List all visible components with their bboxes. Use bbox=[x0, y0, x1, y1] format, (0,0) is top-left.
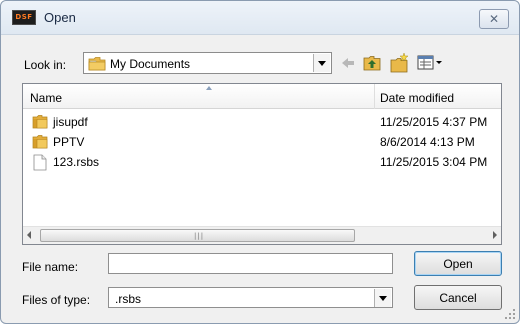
list-item[interactable]: jisupdf 11/25/2015 4:37 PM bbox=[23, 113, 501, 131]
scrollbar-thumb[interactable]: ||| bbox=[40, 229, 355, 242]
app-logo-icon: DSF bbox=[12, 10, 36, 25]
dialog-title: Open bbox=[44, 10, 76, 25]
scroll-right-icon[interactable] bbox=[493, 231, 497, 239]
list-item[interactable]: PPTV 8/6/2014 4:13 PM bbox=[23, 133, 501, 151]
column-date-modified[interactable]: Date modified bbox=[380, 91, 454, 105]
folder-icon bbox=[32, 115, 48, 129]
view-menu-icon[interactable] bbox=[416, 53, 444, 73]
file-date: 11/25/2015 3:04 PM bbox=[380, 155, 488, 169]
file-name-label: File name: bbox=[22, 260, 79, 274]
files-of-type-combo[interactable]: .rsbs bbox=[108, 287, 393, 308]
file-name-input[interactable] bbox=[108, 253, 393, 274]
cancel-button[interactable]: Cancel bbox=[414, 285, 502, 310]
horizontal-scrollbar[interactable]: ||| bbox=[23, 226, 501, 244]
close-icon: ✕ bbox=[488, 12, 500, 26]
file-icon bbox=[33, 154, 47, 171]
file-list[interactable]: Name Date modified jisupdf 11/25/2015 4:… bbox=[22, 83, 502, 245]
close-button[interactable]: ✕ bbox=[479, 9, 509, 29]
folder-icon bbox=[32, 135, 48, 149]
open-button[interactable]: Open bbox=[414, 251, 502, 276]
up-folder-icon[interactable] bbox=[362, 53, 382, 73]
file-name: 123.rsbs bbox=[53, 155, 100, 169]
chevron-down-icon bbox=[318, 60, 326, 66]
resize-grip-icon[interactable] bbox=[503, 307, 517, 321]
look-in-value: My Documents bbox=[110, 57, 191, 71]
files-of-type-label: Files of type: bbox=[22, 293, 91, 307]
column-name[interactable]: Name bbox=[30, 91, 62, 105]
folder-icon bbox=[88, 57, 106, 71]
look-in-combo[interactable]: My Documents bbox=[83, 52, 332, 74]
column-separator[interactable] bbox=[374, 84, 375, 109]
file-date: 11/25/2015 4:37 PM bbox=[380, 115, 488, 129]
look-in-label: Look in: bbox=[24, 58, 67, 72]
files-of-type-dropdown-button[interactable] bbox=[374, 289, 391, 307]
new-folder-icon[interactable] bbox=[389, 52, 411, 74]
title-bar[interactable]: DSF Open ✕ bbox=[1, 1, 519, 35]
list-item[interactable]: 123.rsbs 11/25/2015 3:04 PM bbox=[23, 153, 501, 171]
sort-ascending-icon bbox=[206, 86, 212, 90]
back-arrow-icon[interactable] bbox=[338, 53, 358, 73]
file-name: jisupdf bbox=[53, 115, 88, 129]
open-dialog: DSF Open ✕ Look in: My Documents Name Da… bbox=[0, 0, 520, 324]
chevron-down-icon bbox=[379, 295, 387, 301]
column-header: Name Date modified bbox=[23, 84, 501, 109]
file-date: 8/6/2014 4:13 PM bbox=[380, 135, 475, 149]
grip-icon: ||| bbox=[194, 232, 205, 240]
file-name: PPTV bbox=[53, 135, 85, 149]
look-in-dropdown-button[interactable] bbox=[313, 54, 330, 72]
files-of-type-value: .rsbs bbox=[115, 292, 142, 306]
scroll-left-icon[interactable] bbox=[27, 231, 31, 239]
